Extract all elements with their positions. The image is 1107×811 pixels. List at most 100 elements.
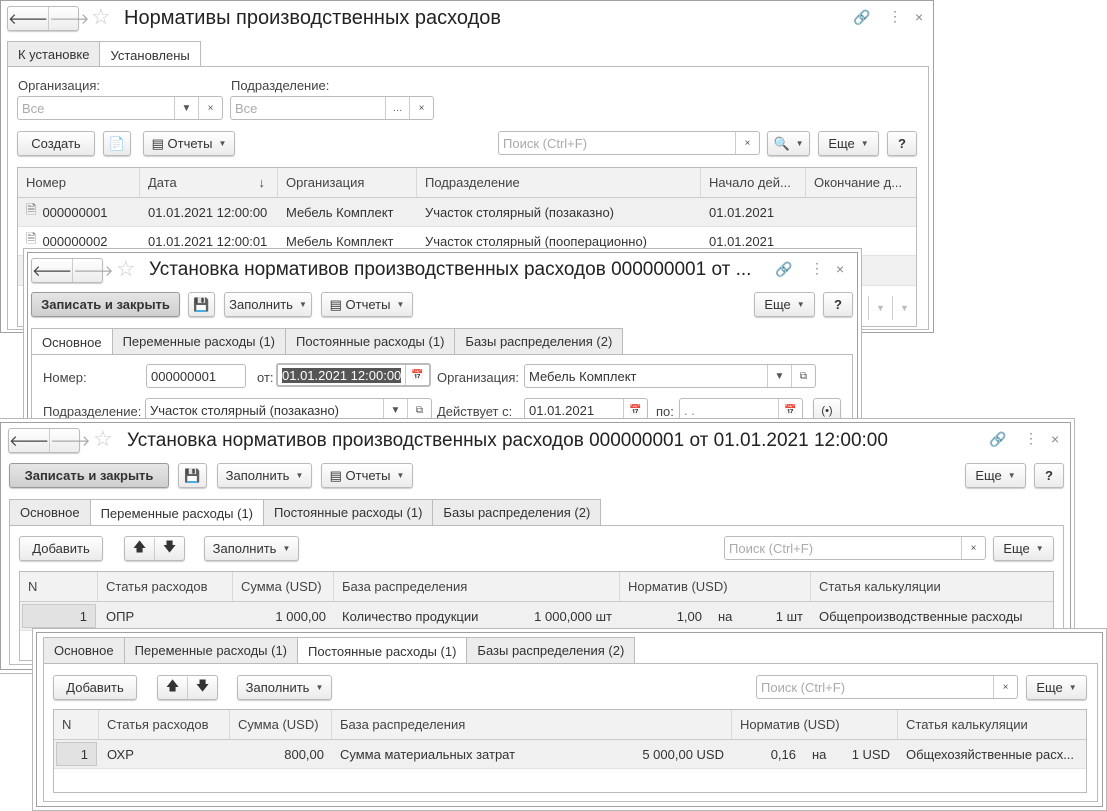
more-button[interactable]: Еще ▼ — [965, 463, 1026, 488]
col-date[interactable]: Дата ↓ — [140, 168, 278, 197]
move-up-icon[interactable]: 🡅 — [125, 538, 154, 560]
col-end[interactable]: Окончание д... — [806, 168, 916, 197]
open-icon[interactable]: ⧉ — [791, 365, 815, 387]
forward-icon[interactable]: 🡒 — [49, 429, 90, 452]
favorite-star-icon[interactable]: ☆ — [93, 426, 113, 452]
tab-main[interactable]: Основное — [31, 328, 113, 355]
help-button[interactable]: ? — [823, 292, 853, 317]
period-button[interactable]: (•) — [813, 398, 841, 423]
add-button[interactable]: Добавить — [53, 675, 137, 700]
dropdown-icon[interactable]: ▼ — [174, 97, 198, 119]
save-close-button[interactable]: Записать и закрыть — [31, 292, 180, 317]
fill-table-button[interactable]: Заполнить ▼ — [204, 536, 299, 561]
tab-fixed[interactable]: Постоянные расходы (1) — [297, 637, 468, 664]
more-button[interactable]: Еще ▼ — [818, 131, 879, 156]
move-down-icon[interactable]: 🡇 — [154, 537, 184, 560]
open-icon[interactable]: ⧉ — [407, 399, 431, 421]
forward-icon[interactable]: 🡒 — [48, 7, 89, 30]
link-icon[interactable]: 🔗 — [775, 261, 792, 278]
col-sum[interactable]: Сумма (USD) — [230, 710, 332, 739]
back-icon[interactable]: 🡐 — [8, 7, 48, 30]
save-icon[interactable]: 💾 — [178, 463, 207, 488]
date-field[interactable]: 01.01.2021 12:00:00 📅 — [276, 363, 431, 387]
clear-icon[interactable]: × — [198, 97, 222, 119]
tab-installed[interactable]: Установлены — [99, 41, 201, 68]
save-close-button[interactable]: Записать и закрыть — [9, 463, 169, 488]
calendar-icon[interactable]: 📅 — [405, 365, 429, 385]
col-organization[interactable]: Организация — [278, 168, 417, 197]
col-item[interactable]: Статья расходов — [98, 572, 233, 601]
col-start[interactable]: Начало дей... — [701, 168, 806, 197]
link-icon[interactable]: 🔗 — [989, 431, 1006, 448]
col-n[interactable]: N — [54, 710, 99, 739]
more-menu-icon[interactable]: ⋮ — [1024, 430, 1038, 447]
more-table-button[interactable]: Еще ▼ — [993, 536, 1054, 561]
help-button[interactable]: ? — [1034, 463, 1064, 488]
table-row[interactable]: 1 ОПР 1 000,00 Количество продукции 1 00… — [20, 602, 1053, 631]
valid-to-field[interactable]: . . 📅 — [679, 398, 803, 422]
more-menu-icon[interactable]: ⋮ — [888, 8, 902, 25]
close-icon[interactable]: × — [915, 9, 923, 25]
table-row[interactable]: 🗎 000000001 01.01.2021 12:00:00 Мебель Ко… — [18, 198, 916, 227]
create-button[interactable]: Создать — [17, 131, 95, 156]
number-field[interactable]: 000000001 — [146, 364, 246, 388]
col-number[interactable]: Номер — [18, 168, 140, 197]
dropdown-icon[interactable]: ▼ — [767, 365, 791, 387]
valid-from-field[interactable]: 01.01.2021 📅 — [524, 398, 648, 422]
dep-field[interactable]: Участок столярный (позаказно) ▼ ⧉ — [145, 398, 432, 422]
fill-button[interactable]: Заполнить ▼ — [217, 463, 312, 488]
search-button[interactable]: 🔍 ▼ — [767, 131, 810, 156]
tab-fixed[interactable]: Постоянные расходы (1) — [285, 328, 456, 354]
scroll-end-icon[interactable]: ▼ — [892, 296, 916, 320]
create-copy-icon[interactable]: 📄 — [103, 131, 131, 156]
col-item[interactable]: Статья расходов — [99, 710, 230, 739]
forward-icon[interactable]: 🡒 — [72, 259, 113, 282]
close-icon[interactable]: × — [836, 261, 844, 277]
search-input[interactable]: Поиск (Ctrl+F) × — [498, 131, 760, 155]
tab-variable[interactable]: Переменные расходы (1) — [111, 328, 287, 354]
more-button[interactable]: Еще ▼ — [754, 292, 815, 317]
reports-button[interactable]: ▤ Отчеты ▼ — [321, 292, 413, 317]
tab-bases[interactable]: Базы распределения (2) — [454, 328, 624, 354]
move-up-icon[interactable]: 🡅 — [158, 677, 187, 699]
help-button[interactable]: ? — [887, 131, 917, 156]
more-menu-icon[interactable]: ⋮ — [810, 260, 824, 277]
save-icon[interactable]: 💾 — [188, 292, 215, 317]
col-calc[interactable]: Статья калькуляции — [898, 710, 1086, 739]
tab-main[interactable]: Основное — [43, 637, 125, 663]
col-base[interactable]: База распределения — [334, 572, 620, 601]
back-icon[interactable]: 🡐 — [9, 429, 49, 452]
reports-button[interactable]: ▤ Отчеты ▼ — [143, 131, 235, 156]
col-sum[interactable]: Сумма (USD) — [233, 572, 334, 601]
tab-to-install[interactable]: К установке — [7, 41, 101, 67]
tab-main[interactable]: Основное — [9, 499, 91, 525]
col-base[interactable]: База распределения — [332, 710, 732, 739]
link-icon[interactable]: 🔗 — [853, 9, 870, 26]
org-filter[interactable]: Все ▼ × — [17, 96, 223, 120]
org-field[interactable]: Мебель Комплект ▼ ⧉ — [524, 364, 816, 388]
tab-bases[interactable]: Базы распределения (2) — [432, 499, 602, 525]
col-department[interactable]: Подразделение — [417, 168, 701, 197]
clear-icon[interactable]: × — [409, 97, 433, 119]
dep-filter[interactable]: Все … × — [230, 96, 434, 120]
calendar-icon[interactable]: 📅 — [623, 399, 647, 421]
fill-table-button[interactable]: Заполнить ▼ — [237, 675, 332, 700]
col-n[interactable]: N — [20, 572, 98, 601]
col-calc[interactable]: Статья калькуляции — [811, 572, 1053, 601]
more-table-button[interactable]: Еще ▼ — [1026, 675, 1087, 700]
move-down-icon[interactable]: 🡇 — [187, 676, 217, 699]
col-norm[interactable]: Норматив (USD) — [620, 572, 811, 601]
clear-icon[interactable]: × — [993, 676, 1017, 698]
back-icon[interactable]: 🡐 — [32, 259, 72, 282]
dropdown-icon[interactable]: ▼ — [383, 399, 407, 421]
close-icon[interactable]: × — [1051, 431, 1059, 447]
fill-button[interactable]: Заполнить ▼ — [224, 292, 312, 317]
clear-icon[interactable]: × — [961, 537, 985, 559]
search-input[interactable]: Поиск (Ctrl+F) × — [756, 675, 1018, 699]
add-button[interactable]: Добавить — [19, 536, 103, 561]
select-icon[interactable]: … — [385, 97, 409, 119]
tab-variable[interactable]: Переменные расходы (1) — [123, 637, 299, 663]
reports-button[interactable]: ▤ Отчеты ▼ — [321, 463, 413, 488]
favorite-star-icon[interactable]: ☆ — [91, 4, 111, 30]
tab-bases[interactable]: Базы распределения (2) — [466, 637, 636, 663]
